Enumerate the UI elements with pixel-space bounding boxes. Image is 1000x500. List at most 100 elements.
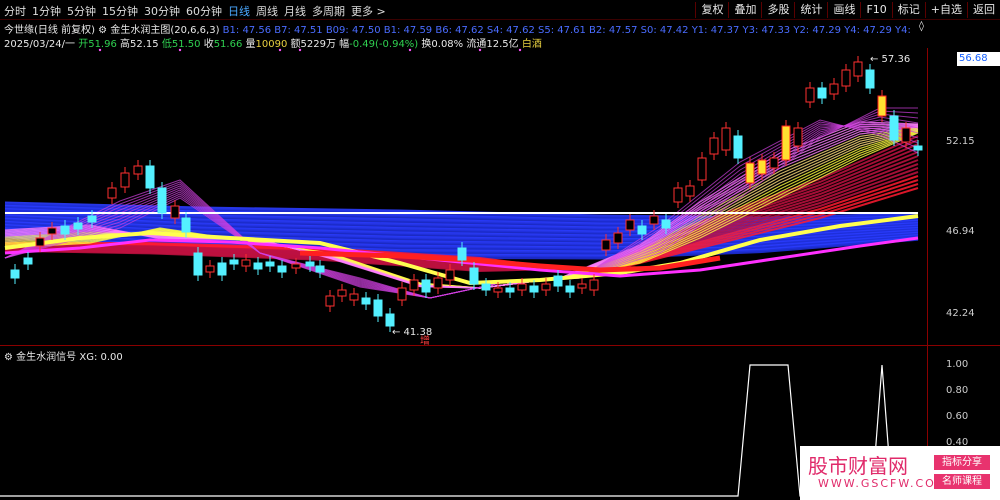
main-chart[interactable]: ← 57.36 ← 41.38 增 52.15 46.94 42.24 56.68 [0, 48, 1000, 346]
candle [193, 252, 203, 276]
price-axis: 52.15 46.94 42.24 [927, 48, 1000, 346]
period-tab[interactable]: 多周期 [312, 3, 345, 19]
candle [145, 165, 155, 189]
watermark-tag: 指标分享 [934, 455, 990, 470]
candle [517, 283, 527, 291]
period-tab[interactable]: 月线 [284, 3, 306, 19]
period-tab[interactable]: 更多 > [351, 3, 386, 19]
signal-value: XG: 0.00 [79, 352, 123, 363]
candle [709, 137, 719, 155]
candle [793, 127, 803, 147]
candle [35, 237, 45, 247]
signal-dot [98, 48, 102, 52]
period-tab[interactable]: 15分钟 [102, 3, 138, 19]
candle [577, 283, 587, 289]
candle [817, 87, 827, 99]
candle [157, 187, 167, 214]
period-tab[interactable]: 5分钟 [67, 3, 96, 19]
function-buttons: 复权 叠加 多股 统计 画线 F10 标记 +自选 返回 [695, 2, 1000, 18]
candle [769, 157, 779, 169]
candle [361, 297, 371, 305]
kline-canvas[interactable]: ← 57.36← 41.38增 [0, 48, 927, 346]
candle [60, 225, 70, 235]
signal-tick: 0.60 [946, 411, 969, 422]
toolbar-button[interactable]: 统计 [794, 2, 827, 18]
candle [553, 275, 563, 287]
toolbar-button[interactable]: +自选 [924, 2, 967, 18]
signal-dot [518, 48, 522, 52]
watermark-title: 股市财富网 [808, 454, 908, 478]
candle [601, 239, 611, 251]
candle [541, 283, 551, 291]
quote-line: 2025/03/24/一 开51.96 高52.15 低51.50 收51.66… [4, 35, 542, 50]
signal-title[interactable]: 金生水润信号 [16, 352, 76, 363]
max-price-label: ← 57.36 [870, 54, 910, 65]
candle [433, 277, 443, 289]
candle [889, 115, 899, 141]
candle [10, 269, 20, 279]
candle [505, 287, 515, 293]
candle [529, 285, 539, 293]
period-tab[interactable]: 周线 [256, 3, 278, 19]
period-tab[interactable]: 分时 [4, 3, 26, 19]
candle [613, 232, 623, 244]
dropdown-icon[interactable]: ◊ [919, 21, 924, 32]
signal-dot [478, 48, 482, 52]
candle [733, 135, 743, 159]
candle [649, 215, 659, 225]
toolbar-button[interactable]: 叠加 [728, 2, 761, 18]
watermark-url: WWW.GSCFW.COM [818, 477, 948, 490]
period-tab[interactable]: 30分钟 [144, 3, 180, 19]
candle [901, 127, 911, 143]
candle [107, 187, 117, 199]
candle [913, 145, 923, 151]
signal-line [0, 364, 927, 497]
candle [877, 95, 887, 117]
watermark-tag: 名师课程 [934, 474, 990, 489]
price-tick: 42.24 [946, 308, 975, 319]
candle [170, 205, 180, 219]
indicator-header: 今世缘(日线 前复权) ⚙ 金生水润主图(20,6,6,3) B1: 47.56… [4, 21, 924, 36]
signal-header: ⚙ 金生水润信号 XG: 0.00 [4, 348, 123, 363]
candle [481, 283, 491, 291]
candle [469, 267, 479, 285]
candle [241, 259, 251, 267]
toolbar-button[interactable]: 画线 [827, 2, 860, 18]
candle [373, 299, 383, 317]
candle [841, 69, 851, 87]
candle [781, 125, 791, 161]
candle [265, 261, 275, 267]
candle [305, 261, 315, 267]
candle [120, 172, 130, 188]
candle [457, 247, 467, 261]
price-tick: 52.15 [946, 136, 975, 147]
toolbar-button[interactable]: 返回 [967, 2, 1000, 18]
candle [625, 219, 635, 231]
candle [397, 287, 407, 301]
signal-dot [278, 48, 282, 52]
signal-dot [298, 48, 302, 52]
candle [73, 222, 83, 230]
period-toolbar: 分时 1分钟 5分钟 15分钟 30分钟 60分钟 日线 周线 月线 多周期 更多 > 复权 叠加 多股… [0, 0, 1000, 20]
period-tab[interactable]: 60分钟 [186, 3, 222, 19]
candle [217, 262, 227, 276]
period-tab[interactable]: 日线 [228, 3, 250, 19]
toolbar-button[interactable]: 复权 [695, 2, 728, 18]
candle [853, 61, 863, 77]
candle [721, 127, 731, 151]
candle [805, 87, 815, 103]
toolbar-button[interactable]: 标记 [891, 2, 925, 18]
toolbar-button[interactable]: F10 [860, 2, 891, 18]
candle [661, 219, 671, 229]
period-tab[interactable]: 1分钟 [32, 3, 61, 19]
candle [745, 162, 755, 184]
candle [673, 187, 683, 203]
candle [385, 313, 395, 327]
signal-tick: 0.80 [946, 385, 969, 396]
price-tick: 46.94 [946, 226, 975, 237]
candle [325, 295, 335, 307]
candle [565, 285, 575, 293]
toolbar-button[interactable]: 多股 [761, 2, 794, 18]
signal-dot [408, 48, 412, 52]
settings-icon[interactable]: ⚙ [4, 352, 13, 363]
